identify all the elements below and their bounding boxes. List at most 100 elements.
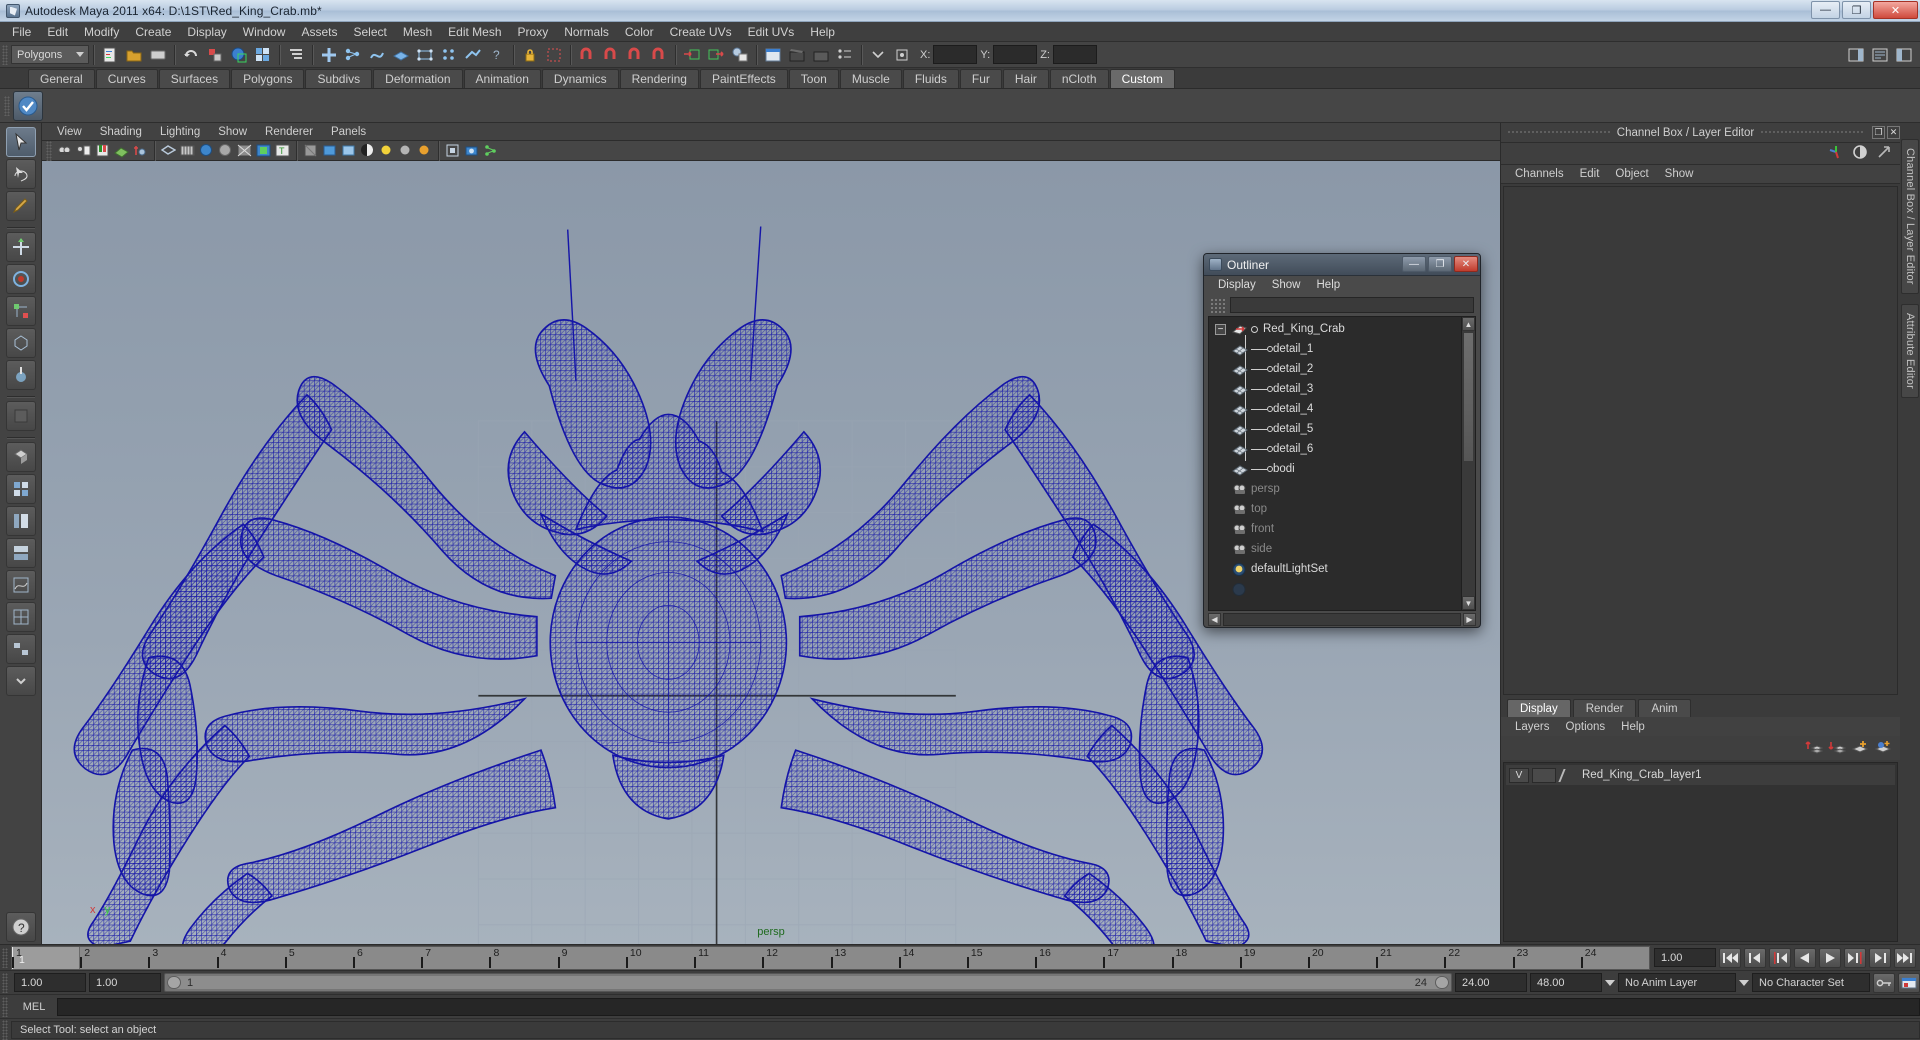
- outliner-item-detail-4[interactable]: detail_4: [1209, 399, 1461, 419]
- scroll-right-icon[interactable]: ▶: [1463, 612, 1476, 626]
- shade-wireframe-icon[interactable]: [236, 142, 253, 159]
- soft-mod-tool-icon[interactable]: [5, 360, 36, 390]
- outliner-item-detail-1[interactable]: detail_1: [1209, 339, 1461, 359]
- redo-icon[interactable]: [204, 44, 226, 66]
- time-slider-track[interactable]: 1 1 2 3 4 5 6 7 8 9 10 11 12 13 14 15 16 17 18 19 20 21 22 23 2…: [11, 945, 1650, 970]
- range-bar[interactable]: 1 24: [164, 973, 1452, 992]
- layout-graph-editor-icon[interactable]: [5, 570, 36, 600]
- render-view-icon[interactable]: [762, 44, 784, 66]
- toolbar-grip[interactable]: [2, 44, 8, 65]
- output-connections-icon[interactable]: [705, 44, 727, 66]
- outliner-item-bodi[interactable]: bodi: [1209, 459, 1461, 479]
- time-slider-grip[interactable]: [2, 947, 8, 968]
- viewport-menu-lighting[interactable]: Lighting: [151, 125, 209, 139]
- open-scene-icon[interactable]: [123, 44, 145, 66]
- layout-relationship-icon[interactable]: [5, 634, 36, 664]
- outliner-item-side[interactable]: side: [1209, 539, 1461, 559]
- go-to-end-button[interactable]: [1894, 947, 1916, 968]
- shelf-tab-muscle[interactable]: Muscle: [839, 69, 902, 88]
- viewport-menu-show[interactable]: Show: [209, 125, 256, 139]
- minimize-button[interactable]: —: [1811, 1, 1840, 19]
- range-handle-left[interactable]: [167, 976, 181, 989]
- select-tool-icon[interactable]: [5, 127, 36, 157]
- side-tab-channel-box[interactable]: Channel Box / Layer Editor: [1901, 139, 1919, 294]
- menu-window[interactable]: Window: [235, 23, 294, 41]
- bookmark-icon[interactable]: [94, 142, 111, 159]
- menu-create-uvs[interactable]: Create UVs: [662, 23, 740, 41]
- layer-row[interactable]: V Red_King_Crab_layer1: [1506, 765, 1895, 785]
- xray-icon[interactable]: [302, 142, 319, 159]
- scrollbar-thumb[interactable]: [1463, 332, 1474, 462]
- show-sidebar-icon[interactable]: [1845, 44, 1867, 66]
- side-tab-attribute-editor[interactable]: Attribute Editor: [1901, 303, 1919, 398]
- outliner-search-input[interactable]: [1230, 297, 1474, 313]
- show-channel-box-icon[interactable]: [1893, 44, 1915, 66]
- lasso-tool-icon[interactable]: [5, 159, 36, 189]
- layer-tab-render[interactable]: Render: [1572, 699, 1637, 717]
- menu-help[interactable]: Help: [802, 23, 843, 41]
- menu-modify[interactable]: Modify: [76, 23, 127, 41]
- layout-more-icon[interactable]: [5, 666, 36, 696]
- viewport-menu-renderer[interactable]: Renderer: [256, 125, 322, 139]
- panel-float-button[interactable]: ❐: [1872, 126, 1886, 139]
- select-deform-icon[interactable]: [462, 44, 484, 66]
- outliner-item-detail-3[interactable]: detail_3: [1209, 379, 1461, 399]
- wireframe-shading-icon[interactable]: [160, 142, 177, 159]
- toggle-fields-icon[interactable]: [867, 44, 889, 66]
- shelf-tab-painteffects[interactable]: PaintEffects: [699, 69, 788, 88]
- shelf-tab-rendering[interactable]: Rendering: [619, 69, 699, 88]
- show-attribute-editor-icon[interactable]: [1869, 44, 1891, 66]
- layer-color-swatch-icon[interactable]: [1559, 768, 1575, 783]
- step-back-frame-button[interactable]: [1769, 947, 1791, 968]
- channelbox-menu-edit[interactable]: Edit: [1572, 167, 1608, 181]
- outliner-close-button[interactable]: ✕: [1454, 256, 1478, 272]
- channel-box-content[interactable]: [1503, 186, 1898, 695]
- scroll-left-icon[interactable]: ◀: [1208, 612, 1221, 626]
- outliner-item-front[interactable]: front: [1209, 519, 1461, 539]
- shelf-tab-custom[interactable]: Custom: [1109, 69, 1175, 88]
- outliner-item-detail-5[interactable]: detail_5: [1209, 419, 1461, 439]
- menu-mesh[interactable]: Mesh: [395, 23, 440, 41]
- marquee-select-icon[interactable]: [543, 44, 565, 66]
- half-circle-icon[interactable]: [1852, 144, 1868, 163]
- range-handle-right[interactable]: [1435, 976, 1449, 989]
- smooth-shade-all-icon[interactable]: [179, 142, 196, 159]
- select-curve-icon[interactable]: [366, 44, 388, 66]
- light-grey-icon[interactable]: [397, 142, 414, 159]
- viewport-toolbar-grip[interactable]: [46, 140, 52, 161]
- shelf-tab-subdivs[interactable]: Subdivs: [305, 69, 373, 88]
- character-set-chevron-down-icon[interactable]: [1739, 979, 1749, 986]
- shelf-tab-hair[interactable]: Hair: [1002, 69, 1049, 88]
- last-tool-icon[interactable]: [5, 401, 36, 431]
- shelf-check-icon[interactable]: [13, 90, 43, 121]
- viewport-menu-shading[interactable]: Shading: [91, 125, 151, 139]
- snapshot-icon[interactable]: [463, 142, 480, 159]
- outliner-menu-help[interactable]: Help: [1309, 278, 1349, 292]
- playback-end-time-field[interactable]: 24.00: [1455, 973, 1527, 992]
- select-hierarchy-icon[interactable]: [285, 44, 307, 66]
- range-slider-grip[interactable]: [2, 972, 8, 993]
- channelbox-menu-object[interactable]: Object: [1607, 167, 1656, 181]
- menu-assets[interactable]: Assets: [293, 23, 345, 41]
- outliner-tree[interactable]: − Red_King_Crab detail_1 detail_2 detail…: [1208, 316, 1476, 611]
- menu-color[interactable]: Color: [617, 23, 662, 41]
- grid-snap-icon[interactable]: [252, 44, 274, 66]
- smooth-shade-selected-icon[interactable]: [198, 142, 215, 159]
- scroll-down-icon[interactable]: ▼: [1462, 596, 1475, 610]
- outliner-minimize-button[interactable]: —: [1402, 256, 1426, 272]
- image-plane-icon[interactable]: [113, 142, 130, 159]
- outliner-maximize-button[interactable]: ❐: [1428, 256, 1452, 272]
- xray-joints-icon[interactable]: [321, 142, 338, 159]
- auto-key-icon[interactable]: [1873, 972, 1895, 993]
- menu-edit-uvs[interactable]: Edit UVs: [740, 23, 803, 41]
- render-settings-icon[interactable]: [834, 44, 856, 66]
- rotate-tool-icon[interactable]: [5, 264, 36, 294]
- scroll-up-icon[interactable]: ▲: [1462, 317, 1475, 331]
- menu-create[interactable]: Create: [127, 23, 179, 41]
- panel-drag-dots[interactable]: [1507, 130, 1611, 135]
- command-input[interactable]: [57, 997, 1920, 1016]
- animation-preferences-icon[interactable]: [1898, 972, 1920, 993]
- absolute-transform-icon[interactable]: [891, 44, 913, 66]
- shelf-tab-fur[interactable]: Fur: [959, 69, 1002, 88]
- range-bar-fill[interactable]: [167, 976, 1449, 989]
